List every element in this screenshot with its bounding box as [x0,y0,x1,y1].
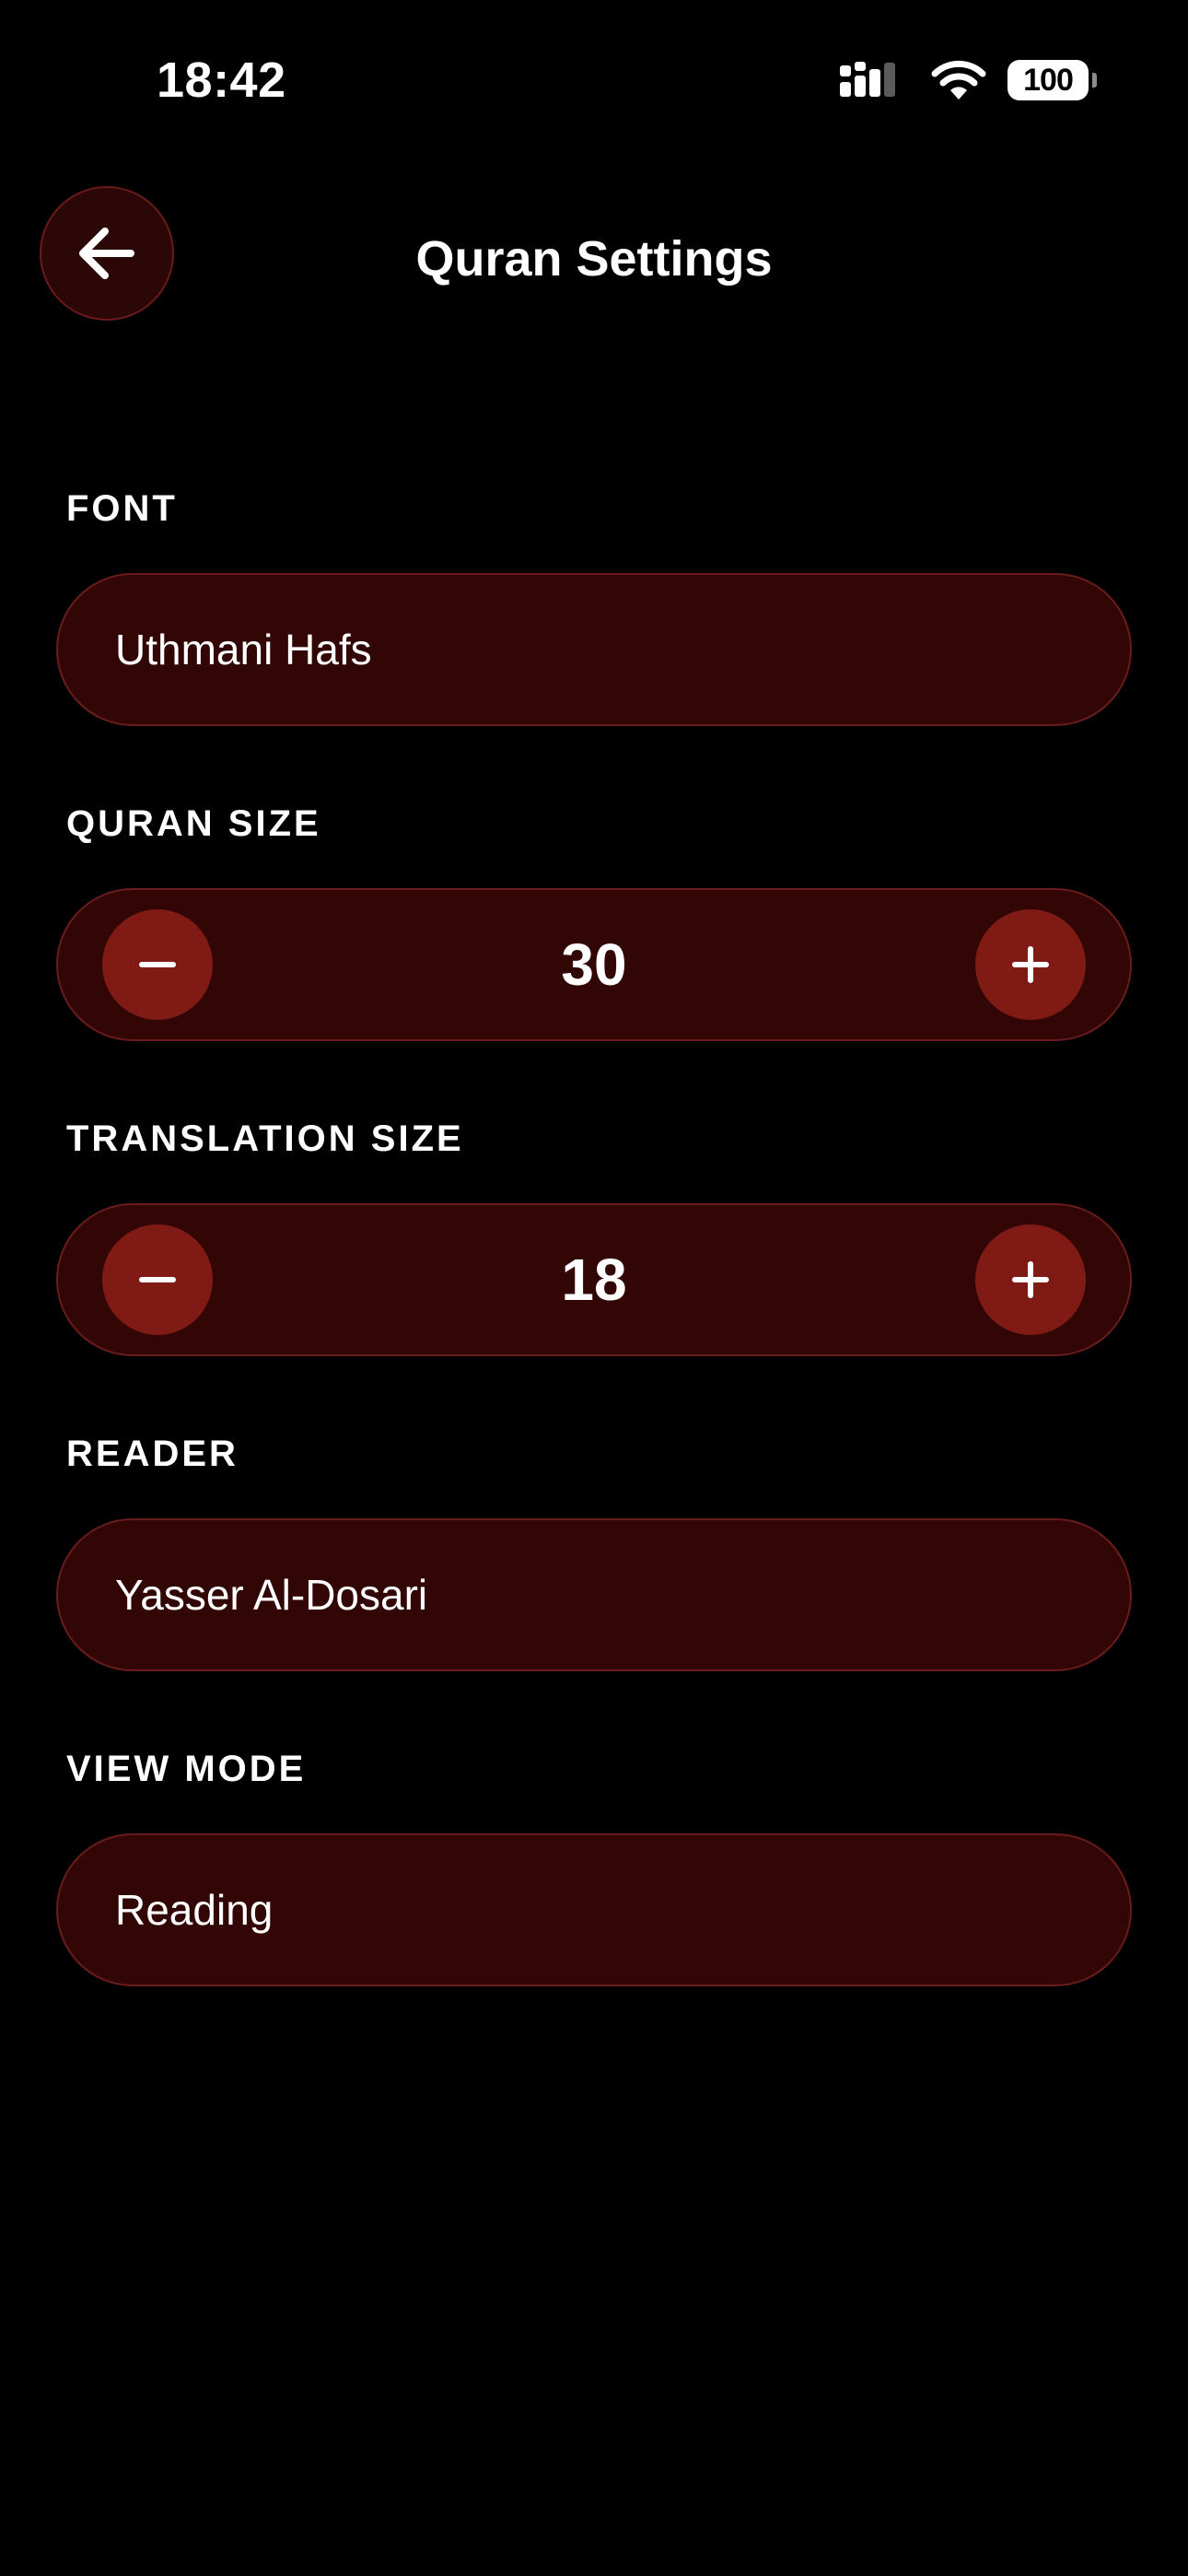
quran-size-value: 30 [561,931,627,998]
reader-label: READER [66,1434,239,1474]
quran-size-label: QURAN SIZE [66,803,321,844]
status-time: 18:42 [157,53,286,108]
view-mode-select[interactable]: Reading [56,1833,1132,1986]
battery-icon: 100 [1007,60,1097,100]
page-title: Quran Settings [415,231,773,287]
translation-size-decrement-button[interactable] [102,1224,213,1335]
quran-size-increment-button[interactable] [975,909,1086,1020]
minus-icon [139,1277,176,1282]
translation-size-increment-button[interactable] [975,1224,1086,1335]
font-value: Uthmani Hafs [115,626,372,673]
font-label: FONT [66,488,178,529]
wifi-icon [931,60,986,100]
reader-select[interactable]: Yasser Al-Dosari [56,1518,1132,1671]
translation-size-value: 18 [561,1247,627,1313]
signal-icon [840,62,895,97]
plus-icon [1012,1261,1049,1298]
translation-size-label: TRANSLATION SIZE [66,1118,464,1159]
quran-size-stepper: 30 [56,888,1132,1041]
view-mode-value: Reading [115,1886,274,1934]
status-icons: 100 [838,57,1097,103]
battery-level: 100 [1023,63,1074,98]
plus-icon [1012,946,1049,983]
reader-value: Yasser Al-Dosari [115,1571,428,1619]
translation-size-stepper: 18 [56,1203,1132,1356]
minus-icon [139,962,176,967]
font-select[interactable]: Uthmani Hafs [56,573,1132,726]
view-mode-label: VIEW MODE [66,1749,307,1789]
quran-size-decrement-button[interactable] [102,909,213,1020]
